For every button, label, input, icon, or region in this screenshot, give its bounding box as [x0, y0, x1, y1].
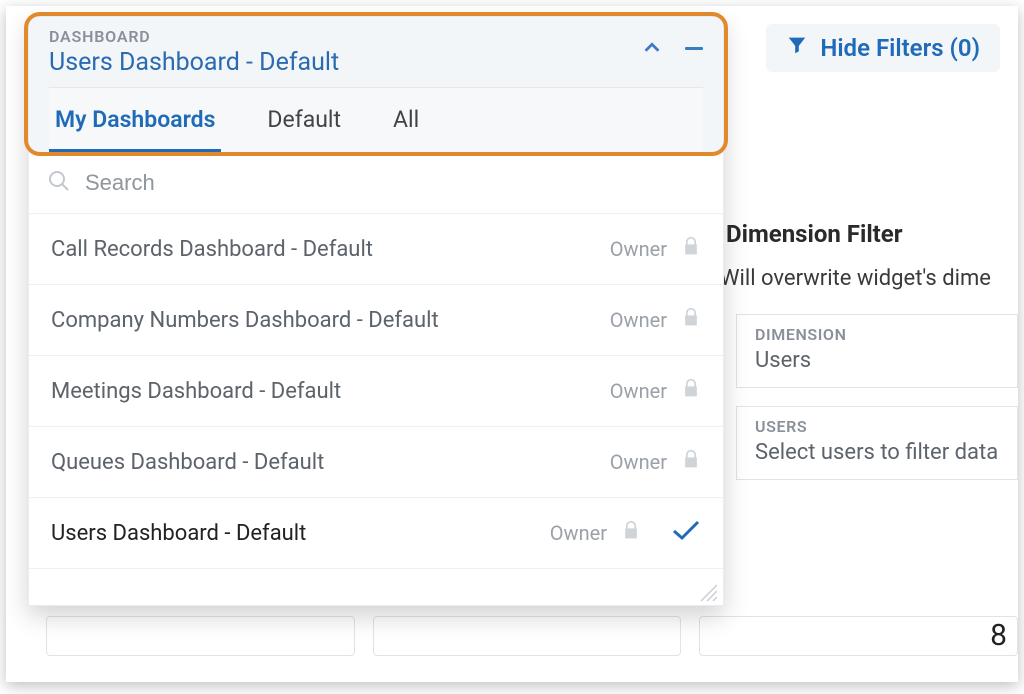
list-item[interactable]: Company Numbers Dashboard - Default Owne…	[29, 285, 723, 356]
dashboard-tabs: My Dashboards Default All	[49, 87, 703, 153]
list-item[interactable]: Meetings Dashboard - Default Owner	[29, 356, 723, 427]
dimension-filter-subtitle: Will overwrite widget's dime	[720, 266, 991, 291]
owner-label: Owner	[550, 521, 607, 545]
chevron-up-icon[interactable]	[641, 37, 663, 59]
hide-filters-label: Hide Filters (0)	[820, 34, 980, 62]
current-dashboard-name[interactable]: Users Dashboard - Default	[49, 48, 339, 77]
list-item[interactable]: Users Dashboard - Default Owner	[29, 498, 723, 569]
search-row	[29, 153, 723, 214]
bottom-card-number: 8	[699, 616, 1018, 656]
resize-handle-icon[interactable]	[697, 581, 717, 601]
panel-header: DASHBOARD Users Dashboard - Default My D…	[29, 17, 723, 153]
search-input[interactable]	[85, 170, 705, 196]
dashboard-list: Call Records Dashboard - Default Owner C…	[29, 214, 723, 569]
lock-icon	[681, 376, 701, 406]
list-item-name: Call Records Dashboard - Default	[51, 237, 610, 262]
owner-label: Owner	[610, 237, 667, 261]
dimension-card[interactable]: DIMENSION Users	[736, 314, 1018, 388]
list-item-name: Meetings Dashboard - Default	[51, 379, 610, 404]
search-icon	[47, 169, 71, 197]
dimension-value: Users	[755, 348, 999, 373]
dimension-filter-title: Dimension Filter	[726, 220, 903, 248]
users-value: Select users to filter data	[755, 440, 999, 465]
funnel-icon	[786, 34, 808, 62]
tab-my-dashboards[interactable]: My Dashboards	[49, 88, 221, 153]
list-item[interactable]: Call Records Dashboard - Default Owner	[29, 214, 723, 285]
list-item-name: Company Numbers Dashboard - Default	[51, 308, 610, 333]
owner-label: Owner	[610, 308, 667, 332]
bottom-number: 8	[990, 618, 1007, 653]
list-item-name: Queues Dashboard - Default	[51, 450, 610, 475]
minimize-icon[interactable]	[685, 47, 703, 50]
bottom-card	[373, 616, 682, 656]
hide-filters-button[interactable]: Hide Filters (0)	[766, 24, 1000, 72]
lock-icon	[681, 305, 701, 335]
dashboard-label: DASHBOARD	[49, 27, 339, 46]
list-item-name: Users Dashboard - Default	[51, 521, 550, 546]
tab-default[interactable]: Default	[261, 88, 347, 153]
users-label: USERS	[755, 417, 999, 436]
lock-icon	[681, 234, 701, 264]
check-icon	[671, 518, 701, 548]
bottom-card	[46, 616, 355, 656]
owner-label: Owner	[610, 379, 667, 403]
owner-label: Owner	[610, 450, 667, 474]
dimension-label: DIMENSION	[755, 325, 999, 344]
bottom-cards: 8	[46, 616, 1018, 656]
users-card[interactable]: USERS Select users to filter data	[736, 406, 1018, 480]
dashboard-picker-panel: DASHBOARD Users Dashboard - Default My D…	[28, 16, 724, 606]
lock-icon	[681, 447, 701, 477]
lock-icon	[621, 518, 641, 548]
tab-all[interactable]: All	[387, 88, 425, 153]
list-item[interactable]: Queues Dashboard - Default Owner	[29, 427, 723, 498]
